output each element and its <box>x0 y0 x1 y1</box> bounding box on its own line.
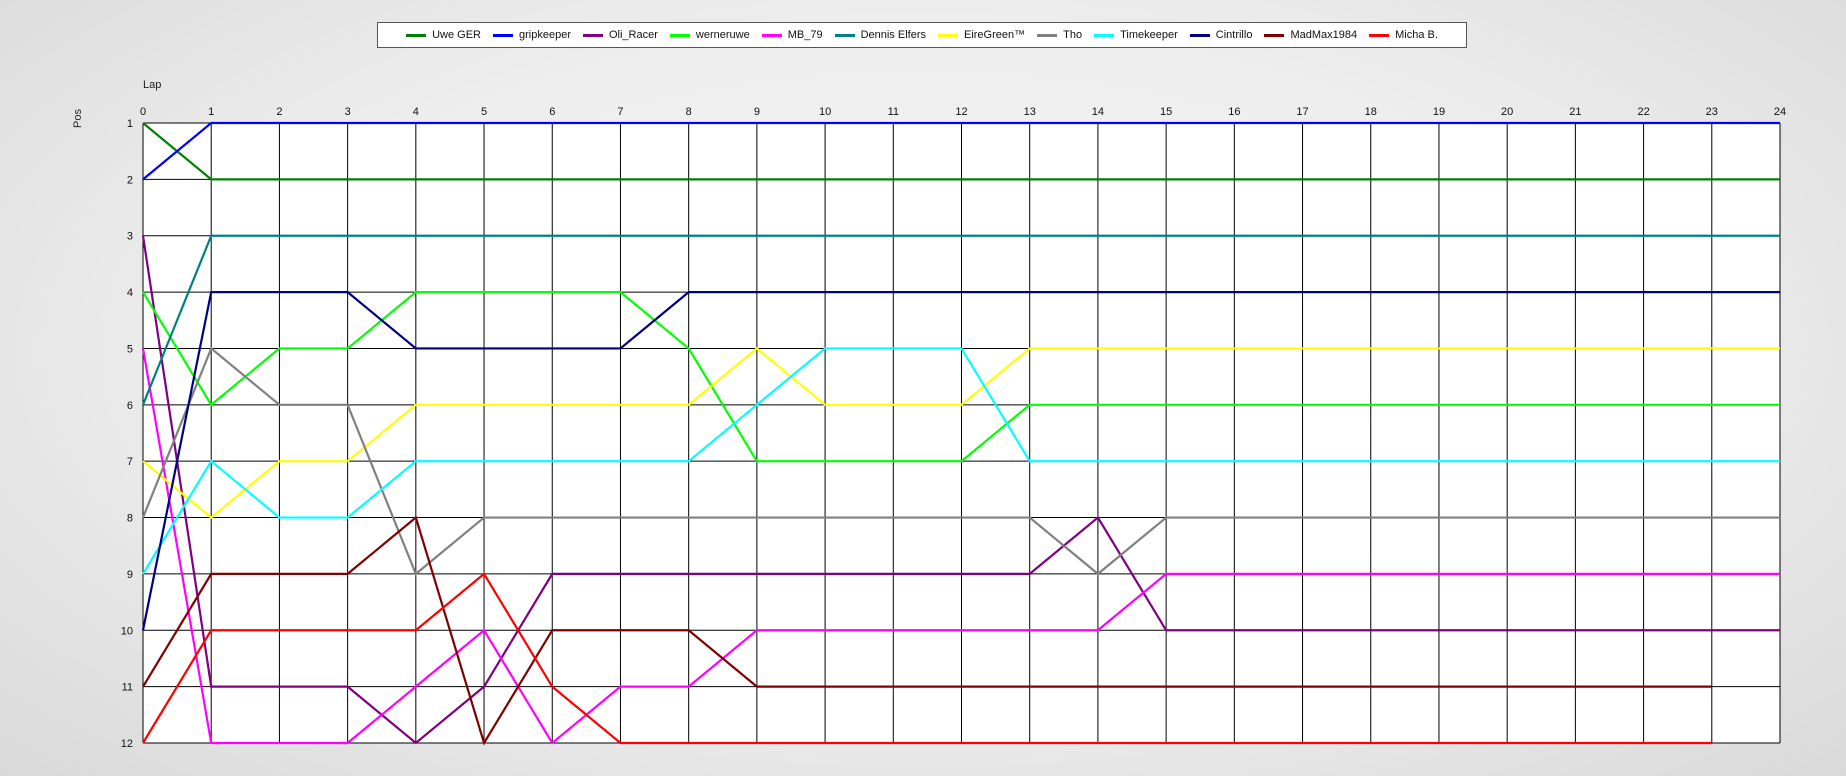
x-tick-label: 17 <box>1296 106 1308 118</box>
x-tick-label: 13 <box>1024 106 1036 118</box>
x-tick-label: 3 <box>345 106 351 118</box>
x-tick-label: 14 <box>1092 106 1104 118</box>
x-tick-label: 11 <box>888 106 899 118</box>
y-tick-label: 1 <box>127 118 133 130</box>
x-tick-label: 2 <box>276 106 282 118</box>
x-tick-label: 7 <box>617 106 623 118</box>
y-tick-label: 3 <box>127 231 133 243</box>
x-tick-label: 0 <box>140 106 146 118</box>
y-tick-label: 9 <box>127 569 133 581</box>
y-tick-label: 4 <box>127 287 133 299</box>
x-tick-label: 20 <box>1501 106 1513 118</box>
y-tick-label: 8 <box>127 513 133 525</box>
y-tick-label: 2 <box>127 174 133 186</box>
x-tick-label: 21 <box>1569 106 1581 118</box>
x-tick-label: 9 <box>754 106 760 118</box>
y-tick-label: 5 <box>127 343 133 355</box>
x-tick-label: 18 <box>1365 106 1377 118</box>
race-position-chart: Uwe GER gripkeeper Oli_Racer werneruwe MB_79… <box>0 0 1846 776</box>
y-tick-label: 6 <box>127 400 133 412</box>
x-tick-label: 6 <box>549 106 555 118</box>
x-tick-label: 19 <box>1433 106 1445 118</box>
y-tick-label: 7 <box>127 456 133 468</box>
x-tick-label: 23 <box>1706 106 1718 118</box>
x-tick-label: 15 <box>1160 106 1172 118</box>
x-tick-label: 4 <box>413 106 419 118</box>
y-tick-label: 12 <box>121 738 133 750</box>
plot-area: 0 1 2 3 4 5 6 7 8 9 10 11 12 13 14 15 16 17 18 19 20 21 22 23 24… <box>121 106 1786 750</box>
x-tick-label: 1 <box>208 106 214 118</box>
x-tick-label: 16 <box>1228 106 1240 118</box>
y-tick-label: 11 <box>122 682 133 694</box>
x-tick-label: 10 <box>819 106 831 118</box>
x-tick-label: 24 <box>1774 106 1786 118</box>
y-tick-label: 10 <box>121 625 133 637</box>
x-tick-label: 22 <box>1637 106 1649 118</box>
x-tick-label: 8 <box>686 106 692 118</box>
x-tick-label: 5 <box>481 106 487 118</box>
x-tick-label: 12 <box>955 106 967 118</box>
